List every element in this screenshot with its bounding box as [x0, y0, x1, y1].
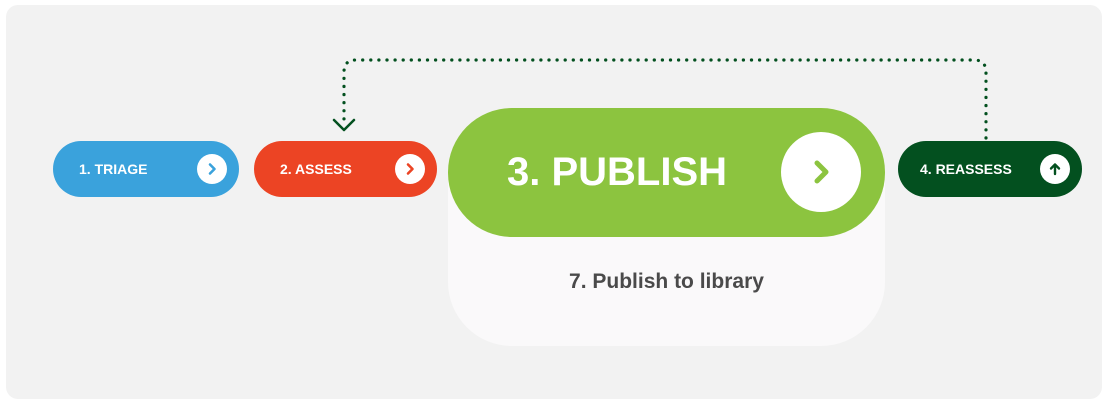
step-assess-label: 2. ASSESS: [280, 161, 352, 177]
step-assess[interactable]: 2. ASSESS: [254, 141, 437, 197]
step-reassess-label: 4. REASSESS: [920, 161, 1012, 177]
step-publish[interactable]: 3. PUBLISH: [448, 108, 885, 237]
chevron-right-icon: [197, 154, 227, 184]
chevron-right-icon: [781, 132, 861, 212]
publish-detail-text: 7. Publish to library: [569, 270, 764, 293]
chevron-right-icon: [395, 154, 425, 184]
step-publish-label: 3. PUBLISH: [507, 150, 728, 194]
step-triage[interactable]: 1. TRIAGE: [53, 141, 239, 197]
arrow-up-icon: [1040, 154, 1070, 184]
step-triage-label: 1. TRIAGE: [79, 161, 148, 177]
step-reassess[interactable]: 4. REASSESS: [898, 141, 1082, 197]
